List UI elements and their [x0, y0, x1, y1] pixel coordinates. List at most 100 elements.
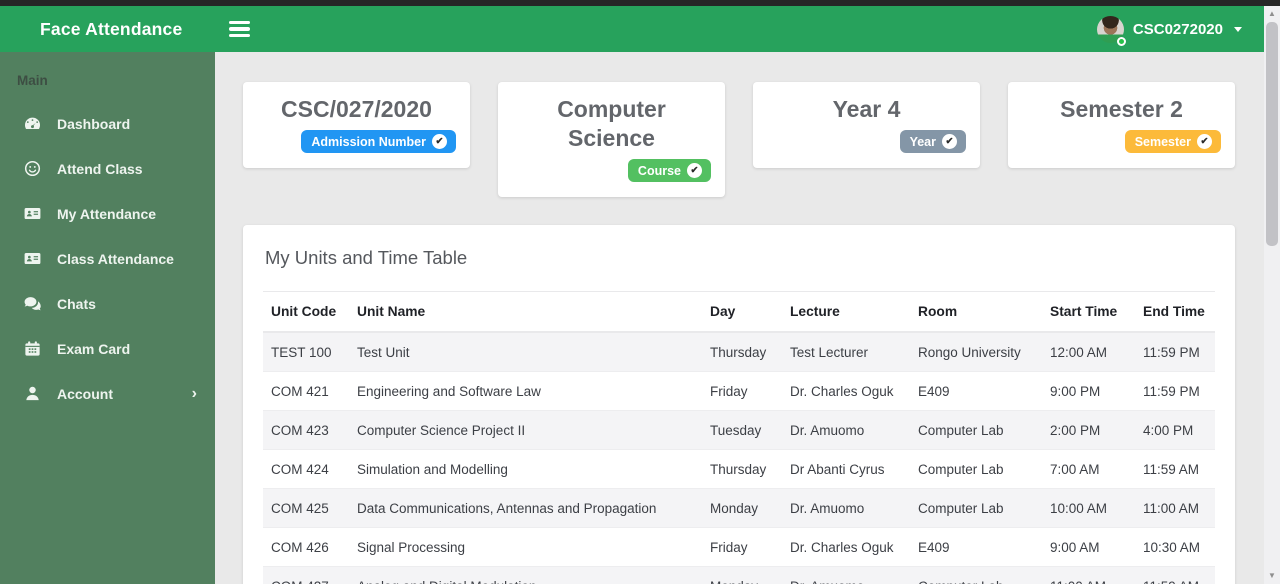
table-cell: COM 425	[263, 488, 349, 528]
summary-card-semester: Semester 2 Semester ✔	[1008, 82, 1235, 168]
table-cell: 9:00 AM	[1042, 527, 1135, 567]
table-row: TEST 100 Test Unit Thursday Test Lecturer Ro…	[263, 332, 1215, 372]
scrollbar-thumb[interactable]	[1266, 22, 1278, 246]
table-row: COM 425 Data Communications, Antennas and…	[263, 488, 1215, 528]
app-title: Face Attendance	[40, 18, 183, 39]
table-cell: Tuesday	[702, 410, 782, 450]
summary-card-admission-number: CSC/027/2020 Admission Number ✔	[243, 82, 470, 168]
table-cell: Simulation and Modelling	[349, 449, 702, 489]
avatar	[1096, 15, 1126, 46]
table-cell: 11:00 AM	[1135, 488, 1215, 528]
table-cell: E409	[910, 371, 1042, 411]
badge-label: Semester	[1134, 134, 1191, 149]
summary-card-year: Year 4 Year ✔	[753, 82, 980, 168]
card-value: Year 4	[832, 96, 901, 122]
column-header-end-time: End Time	[1135, 291, 1215, 333]
user-icon	[22, 384, 42, 404]
card-badge: Semester ✔	[1124, 130, 1221, 153]
sidebar-item-exam-card[interactable]: Exam Card	[0, 326, 215, 371]
sidebar-item-dashboard[interactable]: Dashboard	[0, 101, 215, 146]
sidebar-section-label: Main	[17, 73, 48, 88]
table-row: COM 421 Engineering and Software Law Frida…	[263, 371, 1215, 411]
sidebar-item-label: My Attendance	[57, 205, 157, 222]
table-cell: Dr. Charles Oguk	[782, 371, 910, 411]
table-cell: COM 427	[263, 566, 349, 584]
chats-icon	[22, 294, 42, 314]
table-cell: Computer Science Project II	[349, 410, 702, 450]
table-cell: Test Unit	[349, 332, 702, 372]
sidebar-item-label: Class Attendance	[57, 250, 174, 267]
table-cell: Data Communications, Antennas and Propag…	[349, 488, 702, 528]
chevron-right-icon: ›	[191, 384, 197, 402]
column-header-unit-name: Unit Name	[349, 291, 702, 333]
table-row: COM 426 Signal Processing Friday Dr. Charle…	[263, 527, 1215, 567]
table-cell: TEST 100	[263, 332, 349, 372]
table-cell: 12:00 AM	[1042, 332, 1135, 372]
table-cell: Monday	[702, 566, 782, 584]
column-header-day: Day	[702, 291, 782, 333]
table-cell: Computer Lab	[910, 410, 1042, 450]
user-menu[interactable]: CSC0272020	[1096, 15, 1242, 46]
table-cell: Rongo University	[910, 332, 1042, 372]
id-card-icon	[22, 204, 42, 224]
table-cell: 10:30 AM	[1135, 527, 1215, 567]
table-row: COM 423 Computer Science Project II Tuesda…	[263, 410, 1215, 450]
table-cell: Dr Abanti Cyrus	[782, 449, 910, 489]
hamburger-menu-icon[interactable]	[225, 15, 254, 44]
top-navbar: Face Attendance CSC0272020	[0, 6, 1264, 52]
sidebar-item-label: Account	[57, 385, 113, 402]
sidebar-item-my-attendance[interactable]: My Attendance	[0, 191, 215, 236]
badge-label: Year	[909, 134, 936, 149]
table-cell: Dr. Charles Oguk	[782, 527, 910, 567]
sidebar-item-label: Chats	[57, 295, 96, 312]
card-badge: Year ✔	[899, 130, 966, 153]
sidebar-item-class-attendance[interactable]: Class Attendance	[0, 236, 215, 281]
badge-label: Course	[637, 163, 681, 178]
table-cell: COM 421	[263, 371, 349, 411]
scrollbar-down-arrow-icon[interactable]: ▼	[1264, 569, 1280, 583]
table-row: COM 424 Simulation and Modelling Thursday D…	[263, 449, 1215, 489]
table-cell: Engineering and Software Law	[349, 371, 702, 411]
username: CSC0272020	[1132, 20, 1223, 38]
sidebar-item-label: Dashboard	[57, 115, 131, 132]
table-cell: 11:00 AM	[1042, 566, 1135, 584]
table-cell: Friday	[702, 527, 782, 567]
table-cell: 9:00 PM	[1042, 371, 1135, 411]
table-cell: Thursday	[702, 449, 782, 489]
table-cell: Dr. Amuomo	[782, 410, 910, 450]
table-cell: Dr. Amuomo	[782, 566, 910, 584]
card-badge: Admission Number ✔	[301, 130, 456, 153]
table-cell: COM 424	[263, 449, 349, 489]
card-badge: Course ✔	[627, 159, 711, 182]
card-value: CSC/027/2020	[281, 96, 432, 122]
table-cell: Monday	[702, 488, 782, 528]
table-cell: Signal Processing	[349, 527, 702, 567]
card-value: Computer Science	[557, 96, 666, 151]
check-circle-icon: ✔	[432, 134, 447, 149]
timetable-title: My Units and Time Table	[265, 247, 468, 268]
column-header-start-time: Start Time	[1042, 291, 1135, 333]
scrollbar-up-arrow-icon[interactable]: ▲	[1264, 7, 1280, 21]
table-cell: 11:59 AM	[1135, 449, 1215, 489]
id-card-icon	[22, 249, 42, 269]
sidebar-item-chats[interactable]: Chats	[0, 281, 215, 326]
column-header-unit-code: Unit Code	[263, 291, 349, 333]
table-cell: COM 426	[263, 527, 349, 567]
table-cell: COM 423	[263, 410, 349, 450]
table-cell: 11:59 PM	[1135, 332, 1215, 372]
table-cell: 11:59 AM	[1135, 566, 1215, 584]
sidebar-item-label: Exam Card	[57, 340, 131, 357]
summary-card-course: Computer Science Course ✔	[498, 82, 725, 197]
table-cell: 7:00 AM	[1042, 449, 1135, 489]
sidebar-item-attend-class[interactable]: Attend Class	[0, 146, 215, 191]
check-circle-icon: ✔	[942, 134, 957, 149]
sidebar-item-account[interactable]: Account ›	[0, 371, 215, 416]
check-circle-icon: ✔	[1197, 134, 1212, 149]
page-scrollbar[interactable]: ▲ ▼	[1264, 6, 1280, 584]
check-circle-icon: ✔	[687, 163, 702, 178]
table-cell: 2:00 PM	[1042, 410, 1135, 450]
table-row: COM 427Analog and Digital ModulationMond…	[263, 566, 1215, 584]
column-header-lecture: Lecture	[782, 291, 910, 333]
app-window: Face Attendance CSC0272020 Main Dashboar…	[0, 6, 1264, 584]
table-cell: Test Lecturer	[782, 332, 910, 372]
